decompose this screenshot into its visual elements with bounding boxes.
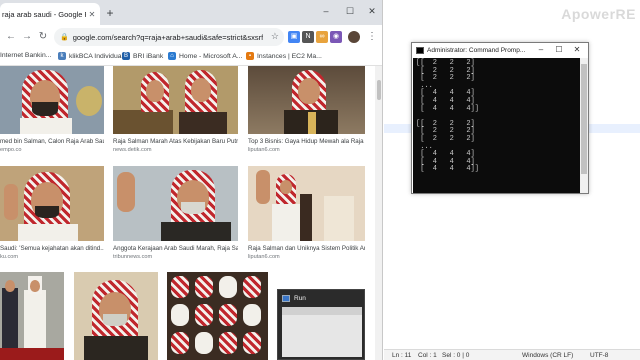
status-line: Ln : 11 — [392, 352, 412, 359]
maximize-icon[interactable]: ☐ — [554, 45, 564, 55]
result-caption[interactable]: Raja Salman Marah Atas Kebijakan Baru Pu… — [113, 138, 238, 145]
console-icon — [416, 47, 424, 54]
tab-google-search[interactable]: raja arab saudi - Google Penelu ✕ — [0, 3, 100, 25]
result-caption[interactable]: Anggota Kerajaan Arab Saudi Marah, Raja … — [113, 245, 238, 252]
bookmark-label: Instances | EC2 Ma... — [257, 52, 322, 60]
status-selection: Sel : 0 | 0 — [442, 352, 470, 359]
maximize-icon[interactable]: ☐ — [342, 4, 358, 18]
bookmark-label: klikBCA Individual — [69, 52, 124, 60]
watermark-text: ApowerRE — [561, 6, 636, 22]
status-eol: Windows (CR LF) — [522, 352, 574, 359]
result-caption[interactable]: Saudi: 'Semua kejahatan akan ditind... — [0, 245, 104, 252]
bookmark-item[interactable]: ⌂ Home - Microsoft A... — [168, 52, 242, 60]
close-tab-icon[interactable]: ✕ — [86, 10, 98, 19]
bookmark-label: Internet Bankin... — [0, 52, 52, 59]
cmd-titlebar[interactable]: Administrator: Command Promp... – ☐ ✕ — [412, 43, 588, 58]
close-window-icon[interactable]: ✕ — [364, 4, 380, 18]
url-text[interactable]: google.com/search?q=raja+arab+saudi&safe… — [73, 33, 263, 42]
result-source: news.detik.com — [113, 147, 152, 153]
bookmark-item[interactable]: k klikBCA Individual — [58, 52, 123, 60]
bookmark-item[interactable]: Internet Bankin... — [0, 52, 51, 59]
result-image[interactable] — [0, 66, 104, 134]
result-image[interactable] — [113, 66, 238, 134]
result-image[interactable] — [0, 272, 64, 360]
status-encoding: UTF-8 — [590, 352, 609, 359]
profile-avatar[interactable] — [348, 31, 360, 43]
result-caption[interactable]: Top 3 Bisnis: Gaya Hidup Mewah ala Raja … — [248, 138, 365, 145]
result-caption[interactable]: Raja Salman dan Uniknya Sistem Politik A… — [248, 245, 365, 252]
minimize-icon[interactable]: – — [318, 4, 334, 18]
result-caption[interactable]: med bin Salman, Calon Raja Arab Saudi ..… — [0, 138, 104, 145]
forward-icon[interactable]: → — [20, 30, 34, 44]
status-column: Col : 1 — [418, 352, 437, 359]
result-image[interactable] — [248, 66, 365, 134]
console-output[interactable]: [[ 2 2 2] [ 2 2 2] [ 2 2 2] ... [ 4 4 4]… — [413, 58, 580, 193]
result-image[interactable] — [74, 272, 158, 360]
tab-title: raja arab saudi - Google Penelu — [2, 9, 86, 19]
bookmarks-bar: Internet Bankin... k klikBCA Individual … — [0, 49, 382, 66]
lock-icon[interactable]: 🔒 — [60, 33, 69, 41]
result-source: empo.co — [0, 147, 22, 153]
bookmark-item[interactable]: ▪ Instances | EC2 Ma... — [246, 52, 322, 60]
result-image[interactable] — [0, 166, 104, 241]
console-scrollbar[interactable] — [580, 58, 588, 193]
bookmark-item[interactable]: B BRI iBank — [122, 52, 163, 60]
new-tab-icon[interactable]: + — [103, 6, 117, 20]
close-icon[interactable]: ✕ — [572, 45, 582, 55]
back-icon[interactable]: ← — [4, 30, 18, 44]
tab-strip: raja arab saudi - Google Penelu ✕ + – ☐ … — [0, 0, 382, 25]
result-source: tribunnews.com — [113, 254, 153, 260]
result-image[interactable] — [248, 166, 365, 241]
extension-icon[interactable]: N — [302, 31, 314, 43]
extension-icon[interactable]: ◉ — [330, 31, 342, 43]
run-taskbar-preview[interactable]: Run — [277, 289, 365, 360]
minimize-icon[interactable]: – — [536, 45, 546, 55]
bookmark-favicon-icon: k — [58, 52, 66, 60]
bookmark-favicon-icon: B — [122, 52, 130, 60]
extension-icon[interactable]: ∞ — [316, 31, 328, 43]
extension-icon[interactable]: ▣ — [288, 31, 300, 43]
result-image[interactable] — [113, 166, 238, 241]
result-image[interactable] — [167, 272, 268, 360]
cmd-title: Administrator: Command Promp... — [427, 47, 526, 54]
scrollbar-thumb[interactable] — [581, 64, 587, 174]
menu-icon[interactable]: ⋮ — [365, 30, 379, 44]
page-scrollbar[interactable] — [375, 66, 382, 360]
bookmark-star-icon[interactable]: ☆ — [271, 31, 279, 42]
command-prompt-window[interactable]: Administrator: Command Promp... – ☐ ✕ [[… — [411, 42, 589, 194]
address-bar[interactable]: 🔒 google.com/search?q=raja+arab+saudi&sa… — [54, 28, 284, 46]
scrollbar-thumb[interactable] — [377, 80, 381, 100]
result-source: liputan6.com — [248, 254, 280, 260]
editor-status-bar: Ln : 11 Col : 1 Sel : 0 | 0 Windows (CR … — [384, 349, 640, 360]
bookmark-favicon-icon: ▪ — [246, 52, 254, 60]
result-source: ku.com — [0, 254, 19, 260]
run-label: Run — [294, 295, 306, 302]
result-source: liputan6.com — [248, 147, 280, 153]
run-icon — [282, 295, 290, 302]
bookmark-label: Home - Microsoft A... — [179, 52, 243, 60]
home-icon: ⌂ — [168, 52, 176, 60]
browser-toolbar: ← → ↻ 🔒 google.com/search?q=raja+arab+sa… — [0, 25, 382, 49]
reload-icon[interactable]: ↻ — [36, 30, 50, 44]
bookmark-label: BRI iBank — [133, 52, 164, 60]
run-window-thumbnail[interactable] — [282, 307, 362, 357]
